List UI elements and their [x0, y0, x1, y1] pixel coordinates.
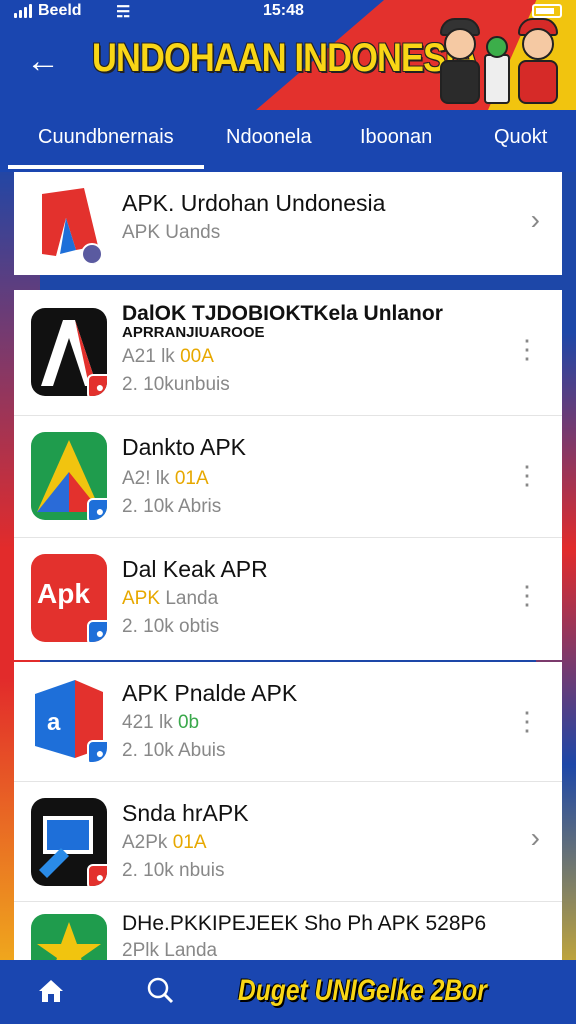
- app-icon-a-green: ●: [31, 432, 107, 520]
- featured-app-sub: APK Uands: [122, 222, 221, 243]
- app-name: DHe.PKKIPEJEEK Sho Ph APK 528P6: [122, 912, 487, 935]
- app-stats: 2. 10k Abris: [122, 496, 222, 517]
- app-stats: 2. 10k obtis: [122, 616, 220, 637]
- carrier-name: Beeld: [38, 2, 82, 19]
- app-name: Snda hrAPK: [122, 800, 249, 826]
- trophy-icon: [482, 14, 512, 110]
- list-item[interactable]: Apk ● Dal Keak APR APK Landa 2. 10k obti…: [14, 538, 562, 660]
- app-badge-icon: ●: [87, 374, 107, 396]
- search-icon[interactable]: [146, 976, 174, 1004]
- mascot-illustration: [426, 6, 566, 110]
- app-name: Dankto APK: [122, 434, 247, 460]
- bottom-nav: Duget UNIGelke 2Bor: [0, 960, 576, 1024]
- app-meta: 2Plk Landa: [122, 940, 218, 960]
- more-vert-icon[interactable]: ⋮: [514, 336, 540, 362]
- app-icon-a-black: ●: [31, 308, 107, 396]
- app-header: Beeld ☴ 15:48 ← UNDOHAAN INDONESIA Cuund…: [0, 0, 576, 172]
- app-name: Dal Keak APR: [122, 556, 268, 582]
- app-icon-star: [31, 914, 107, 960]
- list-item[interactable]: ● DalOK TJDOBIOKTKela Unlanor APRRANJIUA…: [14, 290, 562, 416]
- wifi-icon: ☴: [116, 4, 131, 21]
- app-stats: 2. 10k nbuis: [122, 860, 225, 881]
- home-icon[interactable]: [38, 978, 64, 1004]
- mascot-police-icon: [434, 14, 486, 110]
- app-meta: A21 lk 00A: [122, 346, 214, 367]
- tab-quokt[interactable]: Quokt: [494, 126, 547, 149]
- app-list-card-1: ● DalOK TJDOBIOKTKela Unlanor APRRANJIUA…: [14, 290, 562, 660]
- chevron-right-icon[interactable]: ›: [531, 204, 540, 236]
- app-icon-ax: a ●: [31, 674, 107, 762]
- carrier: Beeld: [14, 2, 82, 20]
- svg-text:a: a: [47, 709, 61, 736]
- more-vert-icon[interactable]: ⋮: [514, 708, 540, 734]
- app-badge-icon: ●: [87, 498, 107, 520]
- app-badge-icon: ●: [87, 620, 107, 642]
- app-meta: A2! lk 01A: [122, 468, 209, 489]
- promo-banner-text[interactable]: Duget UNIGelke 2Bor: [238, 974, 487, 1008]
- app-icon-apk-red: Apk ●: [31, 554, 107, 642]
- back-arrow-icon[interactable]: ←: [26, 44, 60, 78]
- featured-app-icon: [36, 184, 106, 264]
- app-name: DalOK TJDOBIOKTKela Unlanor: [122, 302, 443, 325]
- tab-ndoonela[interactable]: Ndoonela: [226, 126, 312, 149]
- page-title: UNDOHAAN INDONESIA: [92, 36, 479, 80]
- list-item[interactable]: a ● APK Pnalde APK 421 lk 0b 2. 10k Abui…: [14, 662, 562, 782]
- app-meta: APK Landa: [122, 588, 219, 609]
- list-item[interactable]: DHe.PKKIPEJEEK Sho Ph APK 528P6 2Plk Lan…: [14, 902, 562, 960]
- tab-bar: Cuundbnernais Ndoonela Iboonan Quokt: [0, 110, 576, 169]
- list-item[interactable]: ● Dankto APK A2! lk 01A 2. 10k Abris ⋮: [14, 416, 562, 538]
- app-stats: 2. 10kunbuis: [122, 374, 230, 395]
- chevron-right-icon[interactable]: ›: [531, 822, 540, 854]
- status-time: 15:48: [263, 2, 304, 19]
- app-stats: 2. 10k Abuis: [122, 740, 226, 761]
- app-icon-monitor: ●: [31, 798, 107, 886]
- more-vert-icon[interactable]: ⋮: [514, 582, 540, 608]
- app-badge-icon: ●: [87, 864, 107, 886]
- app-meta: A2Pk 01A: [122, 832, 207, 853]
- tab-cuundbnernais[interactable]: Cuundbnernais: [8, 126, 204, 169]
- signal-icon: [14, 4, 32, 18]
- mascot-firefighter-icon: [512, 14, 564, 110]
- list-item[interactable]: ● Snda hrAPK A2Pk 01A 2. 10k nbuis ›: [14, 782, 562, 902]
- app-badge-icon: ●: [87, 740, 107, 762]
- app-name-line2: APRRANJIUAROOE: [122, 324, 265, 341]
- featured-app-name: APK. Urdohan Undonesia: [122, 190, 386, 216]
- featured-app-card[interactable]: APK. Urdohan Undonesia APK Uands ›: [14, 172, 562, 275]
- app-list-card-2: a ● APK Pnalde APK 421 lk 0b 2. 10k Abui…: [14, 662, 562, 960]
- app-name: APK Pnalde APK: [122, 680, 298, 706]
- more-vert-icon[interactable]: ⋮: [514, 462, 540, 488]
- app-meta: 421 lk 0b: [122, 712, 200, 733]
- tab-iboonan[interactable]: Iboonan: [360, 126, 432, 149]
